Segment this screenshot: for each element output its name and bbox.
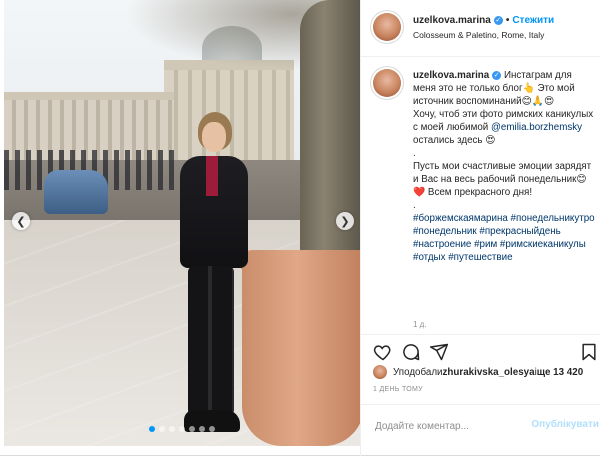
caption-hashtags[interactable]: #боржемскаямарина #понедельникутро #поне… <box>413 213 595 263</box>
photo-car <box>44 170 108 214</box>
carousel-dot <box>149 426 155 432</box>
post-date[interactable]: 1 ДЕНЬ ТОМУ <box>373 386 423 393</box>
caption-line-4: Пусть мои счастливые эмоции зарядят и Ва… <box>413 161 592 198</box>
caption-dot-1: . <box>413 148 416 159</box>
photo-woman <box>164 112 254 442</box>
post-photo[interactable]: ❮ ❯ <box>4 0 360 446</box>
likes-summary: Уподобали zhurakivska_olesya і ще 13 420 <box>373 364 599 380</box>
next-slide-button[interactable]: ❯ <box>336 212 354 230</box>
liker-avatar[interactable] <box>373 365 387 379</box>
verified-badge-icon: ✓ <box>493 15 503 25</box>
share-icon[interactable] <box>429 342 449 362</box>
post-actions <box>361 334 600 365</box>
photo-flower-pot <box>242 250 360 446</box>
publish-button[interactable]: Опублікувати <box>531 419 599 430</box>
photo-woman-scarf <box>206 156 218 196</box>
carousel-indicators <box>4 426 360 432</box>
author-line: uzelkova.marina ✓ • Стежити <box>413 15 554 26</box>
caption-line-3: остались здесь 😍 <box>413 135 496 146</box>
follow-separator: • <box>505 15 510 26</box>
photo-woman-legs <box>188 266 234 416</box>
likes-count[interactable]: ще 13 420 <box>537 367 583 378</box>
photo-woman-face <box>202 122 226 152</box>
bookmark-icon[interactable] <box>579 342 599 362</box>
comment-input[interactable] <box>373 416 517 436</box>
caption-time[interactable]: 1 д. <box>413 320 427 329</box>
caption-text: uzelkova.marina ✓ Инстаграм для меня это … <box>413 69 595 264</box>
heart-icon[interactable] <box>373 342 393 362</box>
carousel-dot <box>199 426 205 432</box>
caption-area: uzelkova.marina ✓ Инстаграм для меня это … <box>361 57 600 333</box>
follow-button[interactable]: Стежити <box>512 15 554 26</box>
carousel-dot <box>179 426 185 432</box>
carousel-dot <box>189 426 195 432</box>
verified-badge-icon: ✓ <box>492 70 502 80</box>
comment-icon[interactable] <box>401 342 421 362</box>
post-side-panel: uzelkova.marina ✓ • Стежити Colosseum & Pal… <box>360 0 600 456</box>
previous-slide-button[interactable]: ❮ <box>12 212 30 230</box>
caption-mention[interactable]: @emilia.borzhemsky <box>491 122 582 133</box>
carousel-dot <box>209 426 215 432</box>
author-avatar[interactable] <box>373 13 401 41</box>
caption-author-avatar[interactable] <box>373 69 401 97</box>
add-comment-bar: Опублікувати <box>361 404 600 446</box>
author-username[interactable]: uzelkova.marina <box>413 15 491 26</box>
post-header: uzelkova.marina ✓ • Стежити Colosseum & Pal… <box>361 0 600 57</box>
caption-dot-2: . <box>413 200 416 211</box>
carousel-dot <box>169 426 175 432</box>
caption-username[interactable]: uzelkova.marina <box>413 70 489 81</box>
chevron-left-icon: ❮ <box>16 215 26 228</box>
chevron-right-icon: ❯ <box>340 215 350 228</box>
carousel-dot <box>159 426 165 432</box>
likes-prefix: Уподобали <box>393 366 443 378</box>
liker-username[interactable]: zhurakivska_olesya <box>443 367 535 378</box>
post-location[interactable]: Colosseum & Paletino, Rome, Italy <box>413 30 544 40</box>
instagram-post: ❮ ❯ uzelkova.marina ✓ • Стежити Colosseum &… <box>0 0 600 456</box>
